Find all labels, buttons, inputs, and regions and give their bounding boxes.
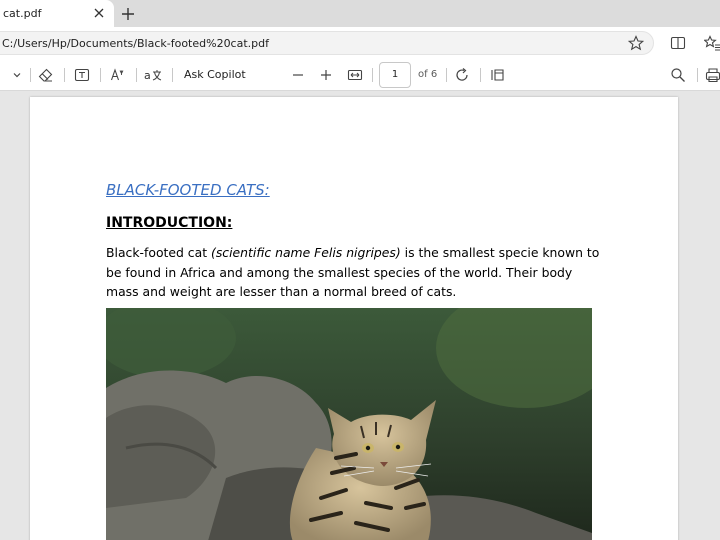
eraser-icon[interactable] [38,67,54,83]
document-title: BLACK-FOOTED CATS: [106,181,270,199]
tab-title: cat.pdf [3,7,42,20]
divider [480,68,481,82]
page-number-input[interactable]: 1 [379,62,411,88]
plus-icon[interactable] [319,67,333,83]
plus-icon[interactable] [120,6,136,22]
chevron-down-icon[interactable] [12,70,22,80]
divider [697,68,698,82]
cat-photo [106,308,592,540]
svg-text:a: a [144,69,151,82]
divider [372,68,373,82]
text-box-icon[interactable] [74,67,90,83]
close-icon[interactable] [93,7,105,19]
divider [100,68,101,82]
favorites-icon[interactable] [704,35,720,51]
divider [30,68,31,82]
para-text: Black-footed cat [106,245,212,260]
pdf-page: BLACK-FOOTED CATS: INTRODUCTION: Black-f… [30,97,678,540]
minus-icon[interactable] [291,67,305,83]
rotate-icon[interactable] [454,67,470,83]
ask-copilot-button[interactable]: Ask Copilot [184,68,246,81]
para-italic: (scientific name Felis nigripes) [211,245,401,260]
page-total: of 6 [418,69,438,80]
page-view-icon[interactable] [490,67,506,83]
address-bar[interactable]: C:/Users/Hp/Documents/Black-footed%20cat… [0,31,654,55]
translate-icon[interactable]: a [144,67,162,83]
divider [172,68,173,82]
url-text[interactable]: C:/Users/Hp/Documents/Black-footed%20cat… [2,37,269,50]
intro-paragraph: Black-footed cat (scientific name Felis … [106,243,606,302]
address-bar-row: C:/Users/Hp/Documents/Black-footed%20cat… [0,27,720,59]
pdf-toolbar: a Ask Copilot 1 of 6 [0,59,720,91]
section-heading: INTRODUCTION: [106,215,233,231]
search-icon[interactable] [670,67,686,83]
document-viewport[interactable]: BLACK-FOOTED CATS: INTRODUCTION: Black-f… [0,92,720,540]
divider [64,68,65,82]
divider [446,68,447,82]
fit-width-icon[interactable] [347,67,363,83]
draw-icon[interactable] [0,67,4,83]
split-screen-icon[interactable] [670,35,686,51]
tab-pdf[interactable]: cat.pdf [0,0,114,27]
tab-strip: cat.pdf [0,0,720,27]
divider [136,68,137,82]
star-icon[interactable] [628,35,644,51]
print-icon[interactable] [705,67,720,83]
read-aloud-icon[interactable] [110,67,126,83]
